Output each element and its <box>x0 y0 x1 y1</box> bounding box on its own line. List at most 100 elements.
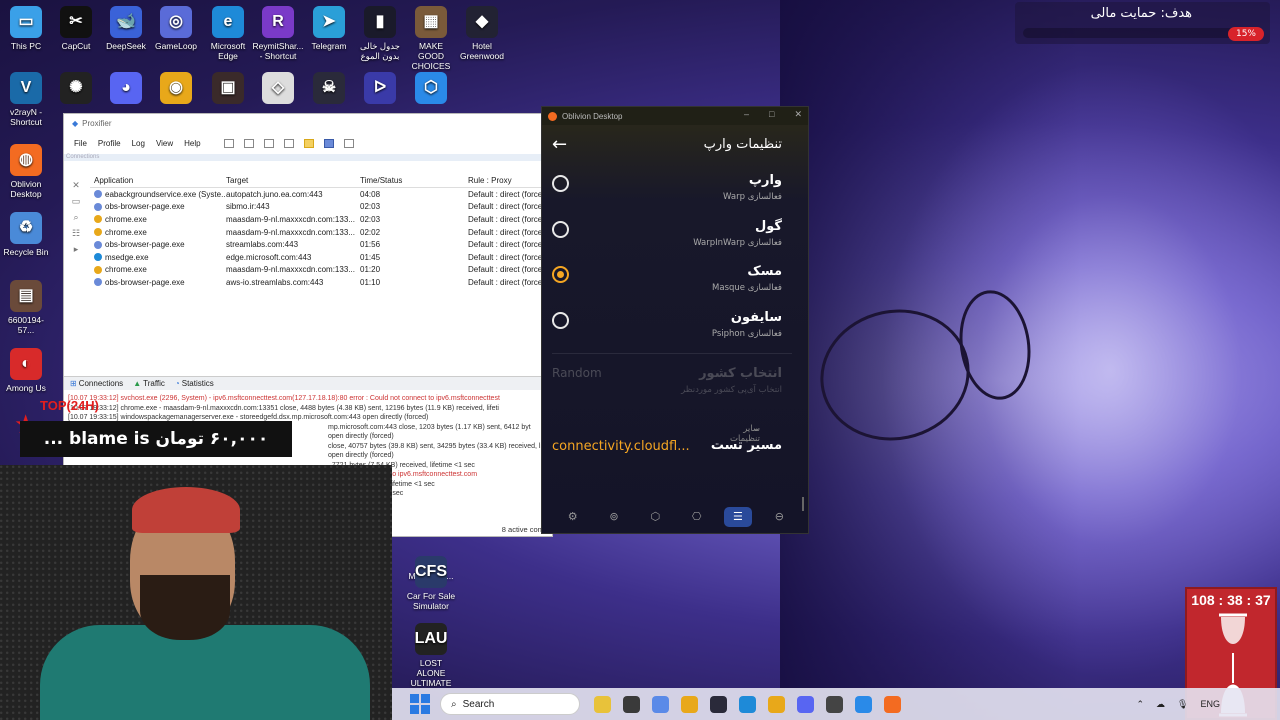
toolbar-list-icon[interactable] <box>223 138 234 148</box>
toolbar-open-icon[interactable] <box>303 138 314 148</box>
taskbar-app-icon[interactable] <box>652 695 669 713</box>
radio-button[interactable] <box>552 220 569 238</box>
toolbar-grid-icon[interactable] <box>243 138 254 148</box>
desktop-icon[interactable]: ▭ This PC <box>0 6 52 51</box>
taskbar-app-icon[interactable] <box>594 695 611 713</box>
desktop-icon[interactable]: Vv2rayN - Shortcut <box>0 72 52 127</box>
tab-connections[interactable]: ⊞ Connections <box>70 379 123 388</box>
desktop-icon[interactable]: ▦ MAKE GOOD CHOICES <box>405 6 457 71</box>
menu-item[interactable]: Log <box>132 139 145 148</box>
taskbar-app-icon[interactable] <box>826 695 843 713</box>
desktop-icon[interactable]: ◇ <box>252 72 304 107</box>
toggle-icon[interactable]: ⊖ <box>765 507 793 527</box>
desktop-icon[interactable]: ▤ 6600194-57... <box>0 280 52 335</box>
desktop-icon[interactable]: 🐋 DeepSeek <box>100 6 152 51</box>
cube-icon[interactable]: ⬡ <box>641 507 669 527</box>
menu-item[interactable]: Help <box>184 139 200 148</box>
copy-icon[interactable]: ▭ <box>71 196 81 206</box>
desktop-icon[interactable]: ◐ Among Us <box>0 348 52 393</box>
desktop-icon[interactable]: CFS Car For Sale Simulator <box>405 556 457 611</box>
expand-icon[interactable]: ▸ <box>71 244 81 254</box>
desktop-icon[interactable]: ✺ <box>50 72 102 107</box>
sliders-icon[interactable]: ☰ <box>723 507 752 527</box>
taskbar-app-icon[interactable] <box>710 695 727 713</box>
taskbar-search[interactable]: ⌕ Search <box>440 693 580 715</box>
table-row[interactable]: chrome.exe maasdam-9-nl.maxxxcdn.com:133.… <box>90 226 554 239</box>
microphone-icon[interactable]: 🎙 <box>1177 699 1188 710</box>
desktop-icon[interactable]: ✂ CapCut <box>50 6 102 51</box>
taskbar-app-icon[interactable] <box>623 695 640 713</box>
desktop-icon[interactable]: ᐅ <box>354 72 406 107</box>
close-connection-icon[interactable]: ✕ <box>71 180 81 190</box>
table-row[interactable]: obs-browser-page.exe sibmo.ir:443 02:03 Def… <box>90 201 554 214</box>
oblivion-window[interactable]: Oblivion Desktop – □ ✕ ← تنظیمات وارپ وا… <box>541 106 809 534</box>
scan-icon[interactable]: ⊚ <box>600 507 628 527</box>
desktop-icon[interactable]: ➤ Telegram <box>303 6 355 51</box>
table-row[interactable]: chrome.exe maasdam-9-nl.maxxxcdn.com:133.… <box>90 264 554 277</box>
desktop-icon[interactable]: ▣ <box>202 72 254 107</box>
taskbar-app-icon[interactable] <box>739 695 756 713</box>
radio-button[interactable] <box>552 175 569 192</box>
warp-option[interactable]: سایفون فعالسازی Psiphon <box>542 304 808 350</box>
tab-traffic[interactable]: ▲ Traffic <box>133 379 165 388</box>
column-header[interactable]: Time/Status <box>360 176 468 185</box>
desktop-icon[interactable]: LAU LOST ALONE ULTIMATE <box>405 623 457 688</box>
desktop-icon[interactable]: ◆ Hotel Greenwood <box>456 6 508 61</box>
warp-option[interactable]: گول فعالسازی WarpInWarp <box>542 213 808 259</box>
proxifier-titlebar[interactable]: ◆ Proxifier <box>64 114 552 132</box>
maximize-icon[interactable]: □ <box>769 109 774 120</box>
radio-button[interactable] <box>552 266 569 283</box>
test-route-row[interactable]: connectivity.cloudfl... مسیر تست <box>542 432 808 466</box>
desktop-icon[interactable]: ♻ Recycle Bin <box>0 212 52 257</box>
back-arrow-icon[interactable]: ← <box>552 135 567 155</box>
oblivion-titlebar[interactable]: Oblivion Desktop – □ ✕ <box>542 107 808 125</box>
country-selector[interactable]: Random انتخاب کشور انتخاب آی‌پی کشور مور… <box>542 354 808 404</box>
desktop-icon[interactable]: ◉ <box>150 72 202 107</box>
menu-item[interactable]: View <box>156 139 173 148</box>
desktop-icon[interactable]: R ReymitShar... - Shortcut <box>252 6 304 61</box>
network-icon[interactable]: ⎔ <box>683 507 711 527</box>
table-row[interactable]: chrome.exe maasdam-9-nl.maxxxcdn.com:133.… <box>90 213 554 226</box>
gear-icon[interactable]: ⚙ <box>559 507 587 527</box>
taskbar-app-icon[interactable] <box>681 695 698 713</box>
taskbar-app-icon[interactable] <box>797 695 814 713</box>
cloud-icon[interactable]: ☁ <box>1156 699 1165 710</box>
table-row[interactable]: obs-browser-page.exe aws-io.streamlabs.co… <box>90 276 554 289</box>
windows-start-icon[interactable] <box>410 694 430 714</box>
language-indicator[interactable]: ENG <box>1200 699 1220 709</box>
option-subtitle: فعالسازی Psiphon <box>711 328 782 339</box>
desktop-icon[interactable]: ⬡ <box>405 72 457 107</box>
chevron-up-icon[interactable]: ⌃ <box>1137 699 1145 710</box>
desktop-icon[interactable]: e Microsoft Edge <box>202 6 254 61</box>
table-row[interactable]: obs-browser-page.exe streamlabs.com:443 01… <box>90 238 554 251</box>
more-settings-toggle[interactable]: سایر تنظیمات ⌄ <box>542 404 808 444</box>
tab-statistics[interactable]: ◔ Statistics <box>175 379 214 388</box>
cell-application: obs-browser-page.exe <box>90 278 226 287</box>
cell-application: obs-browser-page.exe <box>90 202 226 211</box>
close-icon[interactable]: ✕ <box>794 109 802 120</box>
desktop-icon[interactable]: ◍ Oblivion Desktop <box>0 144 52 199</box>
minimize-icon[interactable]: – <box>744 109 749 120</box>
table-row[interactable]: eabackgroundservice.exe (Syste... autopat… <box>90 188 554 201</box>
columns-icon[interactable]: ☷ <box>71 228 81 238</box>
taskbar-app-icon[interactable] <box>855 695 872 713</box>
table-row[interactable]: msedge.exe edge.microsoft.com:443 01:45 Def… <box>90 251 554 264</box>
desktop-icon[interactable]: ◕ <box>100 72 152 107</box>
search-icon[interactable]: ⌕ <box>71 212 81 222</box>
warp-option[interactable]: وارپ فعالسازی Warp <box>542 167 808 213</box>
menu-item[interactable]: File <box>74 139 87 148</box>
toolbar-clipboard-icon[interactable] <box>343 138 354 148</box>
toolbar-rules-icon[interactable] <box>263 138 274 148</box>
radio-button[interactable] <box>552 311 569 329</box>
column-header[interactable]: Target <box>226 176 360 185</box>
toolbar-copy-icon[interactable] <box>283 138 294 148</box>
taskbar-app-icon[interactable] <box>768 695 785 713</box>
column-header[interactable]: Application <box>90 176 226 185</box>
toolbar-save-icon[interactable] <box>323 138 334 148</box>
desktop-icon[interactable]: ☠ <box>303 72 355 107</box>
desktop-icon[interactable]: ◎ GameLoop <box>150 6 202 51</box>
menu-item[interactable]: Profile <box>98 139 121 148</box>
desktop-icon[interactable]: ▮ جدول خالی بدون الموع <box>354 6 406 61</box>
warp-option[interactable]: مسک فعالسازی Masque <box>542 258 808 304</box>
taskbar-app-icon[interactable] <box>884 695 901 713</box>
